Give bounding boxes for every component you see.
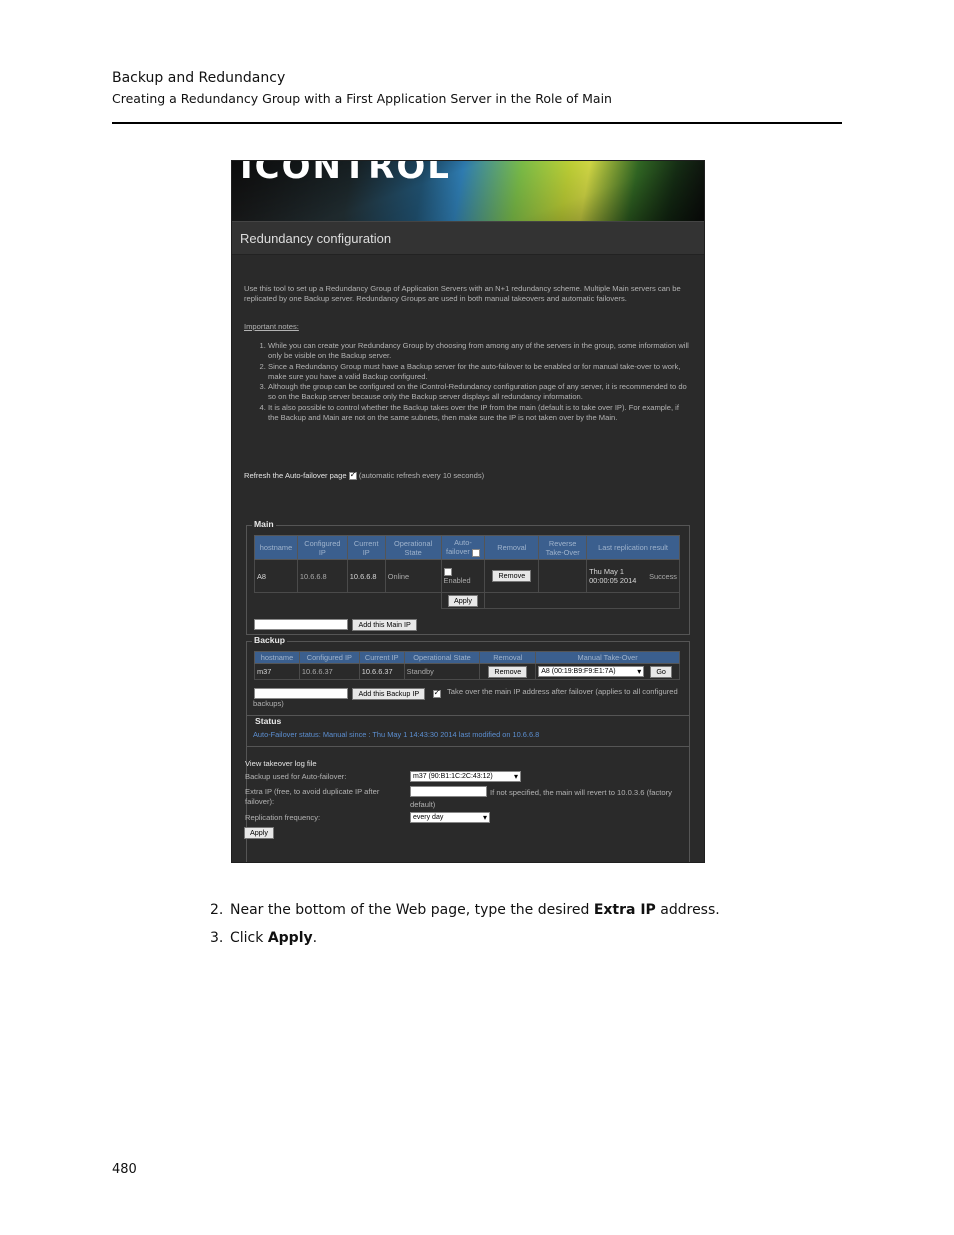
- auto-failover-header-label: Auto-failover: [446, 538, 472, 557]
- refresh-row: Refresh the Auto-failover page (automati…: [244, 470, 485, 481]
- col-removal: Removal: [484, 535, 540, 560]
- main-configured-ip: 10.6.6.8: [296, 559, 348, 593]
- icontrol-banner: ICONTROL: [232, 161, 704, 221]
- step-number: 3.: [210, 930, 224, 946]
- last-replication-time: Thu May 1 00:00:05 2014: [589, 567, 637, 585]
- page-title-bar: Redundancy configuration: [232, 221, 704, 255]
- backup-used-label: Backup used for Auto-failover:: [245, 772, 347, 781]
- backup-configured-ip: 10.6.6.37: [298, 663, 360, 680]
- screenshot-figure: ICONTROL Redundancy configuration Use th…: [231, 160, 705, 863]
- failover-status: Auto-Failover status: Manual since : Thu…: [253, 730, 540, 739]
- note-item: Since a Redundancy Group must have a Bac…: [268, 362, 690, 382]
- col-removal: Removal: [479, 651, 537, 664]
- view-log-link[interactable]: View takeover log file: [245, 759, 317, 769]
- step-text: Click: [230, 930, 268, 946]
- backup-remove-button[interactable]: Remove: [488, 665, 528, 678]
- notes-list: While you can create your Redundancy Gro…: [244, 341, 690, 423]
- col-hostname: hostname: [254, 651, 300, 664]
- col-current-ip: Current IP: [358, 651, 405, 664]
- col-last-replication: Last replication result: [586, 535, 680, 560]
- refresh-hint: (automatic refresh every 10 seconds): [358, 471, 485, 480]
- section-title: Creating a Redundancy Group with a First…: [112, 91, 612, 106]
- main-ip-input[interactable]: [254, 619, 348, 631]
- apply-cell: Apply: [440, 592, 486, 609]
- step-text: .: [312, 930, 318, 946]
- add-main-button[interactable]: Add this Main IP: [352, 618, 417, 631]
- main-state: Online: [384, 559, 442, 593]
- add-main-row: Add this Main IP: [254, 616, 417, 634]
- col-configured-ip: Configured IP: [298, 651, 360, 664]
- redundancy-content: Use this tool to set up a Redundancy Gro…: [232, 255, 704, 862]
- step-text: Near the bottom of the Web page, type th…: [230, 902, 594, 918]
- spacer-cell: [255, 593, 442, 609]
- main-legend: Main: [252, 519, 276, 529]
- note-item: Although the group can be configured on …: [268, 382, 690, 402]
- main-apply-button[interactable]: Apply: [447, 594, 478, 607]
- spacer-cell: [484, 592, 680, 609]
- intro-text: Use this tool to set up a Redundancy Gro…: [244, 284, 681, 303]
- col-operational-state: Operational State: [384, 535, 442, 560]
- col-manual-takeover: Manual Take-Over: [535, 651, 680, 664]
- backup-table: hostname Configured IP Current IP Operat…: [254, 651, 680, 680]
- main-hostname: A8: [254, 559, 298, 593]
- col-current-ip: Current IP: [346, 535, 386, 560]
- main-reverse-cell: [538, 559, 588, 593]
- main-table: hostname Configured IP Current IP Operat…: [254, 535, 680, 609]
- manual-takeover-cell: A8 (00:19:B9:F9:E1:7A) Go: [535, 663, 680, 680]
- backup-removal-cell: Remove: [479, 663, 537, 680]
- main-removal-cell: Remove: [484, 559, 540, 593]
- col-auto-failover: Auto-failover: [440, 535, 486, 560]
- last-replication-result: Success: [649, 571, 677, 581]
- replication-select[interactable]: every day: [410, 812, 490, 823]
- page-number: 480: [112, 1162, 137, 1177]
- backup-row: m37 10.6.6.37 10.6.6.37 Standby Remove A…: [254, 663, 680, 680]
- backup-state: Standby: [403, 663, 481, 680]
- main-apply-row: Apply: [255, 592, 680, 609]
- note-item: While you can create your Redundancy Gro…: [268, 341, 690, 361]
- note-item: It is also possible to control whether t…: [268, 403, 690, 423]
- main-row: A8 10.6.6.8 10.6.6.8 Online Enabled Remo…: [254, 559, 680, 593]
- main-current-ip: 10.6.6.8: [346, 559, 386, 593]
- refresh-checkbox[interactable]: [348, 470, 357, 480]
- main-auto-failover-cell: Enabled: [440, 559, 486, 593]
- step-item: 2. Near the bottom of the Web page, type …: [210, 902, 720, 930]
- notes-heading: Important notes:: [244, 322, 299, 331]
- extra-ip-label: Extra IP (free, to avoid duplicate IP af…: [245, 787, 380, 806]
- extra-ip-hint: If not specified, the main will revert t…: [410, 788, 672, 809]
- go-button[interactable]: Go: [650, 665, 672, 678]
- header-rule: [112, 122, 842, 124]
- running-header: Backup and Redundancy Creating a Redunda…: [112, 70, 612, 106]
- icontrol-logo: ICONTROL: [240, 161, 451, 187]
- backup-header-row: hostname Configured IP Current IP Operat…: [254, 651, 680, 664]
- refresh-label: Refresh the Auto-failover page: [244, 471, 347, 480]
- settings-apply-button[interactable]: Apply: [244, 827, 274, 839]
- backup-used-select[interactable]: m37 (90:B1:1C:2C:43:12): [410, 771, 521, 782]
- auto-failover-state: Enabled: [443, 576, 471, 586]
- backup-hostname: m37: [254, 663, 300, 680]
- auto-failover-checkbox[interactable]: [443, 568, 452, 577]
- takeover-ip-label: Take over the main IP address after fail…: [253, 687, 678, 708]
- step-bold: Apply: [267, 930, 313, 946]
- main-header-row: hostname Configured IP Current IP Operat…: [254, 535, 680, 560]
- col-configured-ip: Configured IP: [296, 535, 348, 560]
- main-last-replication-cell: Thu May 1 00:00:05 2014 Success: [586, 559, 680, 593]
- step-number: 2.: [210, 902, 224, 918]
- step-item: 3. Click Apply.: [210, 930, 720, 958]
- col-operational-state: Operational State: [403, 651, 481, 664]
- step-bold: Extra IP: [593, 902, 656, 918]
- takeover-select[interactable]: A8 (00:19:B9:F9:E1:7A): [538, 666, 645, 677]
- col-reverse-takeover: Reverse Take-Over: [538, 535, 588, 560]
- main-remove-button[interactable]: Remove: [492, 570, 532, 582]
- page-title: Redundancy configuration: [240, 231, 392, 246]
- backup-current-ip: 10.6.6.37: [358, 663, 405, 680]
- replication-label: Replication frequency:: [245, 813, 321, 822]
- status-legend: Status: [253, 716, 284, 726]
- col-hostname: hostname: [254, 535, 298, 560]
- chapter-title: Backup and Redundancy: [112, 70, 286, 86]
- backup-legend: Backup: [252, 635, 288, 645]
- auto-failover-all-checkbox[interactable]: [471, 548, 480, 557]
- procedure-steps: 2. Near the bottom of the Web page, type …: [210, 902, 720, 958]
- step-text: address.: [655, 902, 720, 918]
